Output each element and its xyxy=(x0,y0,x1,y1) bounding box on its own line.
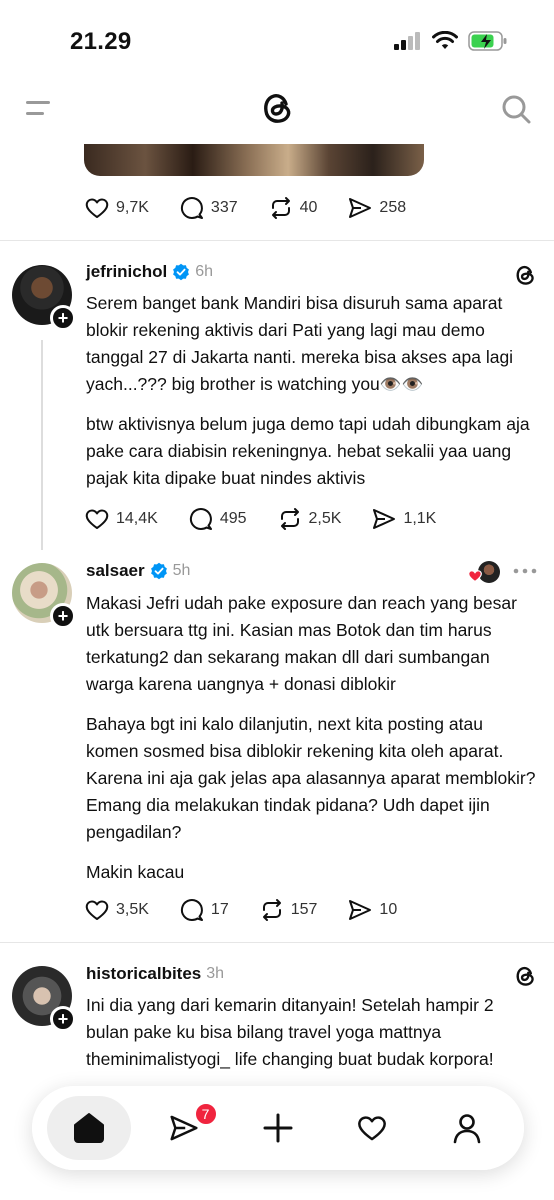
follow-plus-button[interactable]: + xyxy=(50,305,76,331)
heart-icon xyxy=(85,509,109,529)
post-paragraph: Makasi Jefri udah pake exposure dan reac… xyxy=(86,593,517,694)
share-icon xyxy=(349,198,372,218)
activity-icon xyxy=(358,1116,387,1141)
like-count: 3,5K xyxy=(116,901,149,918)
verified-icon xyxy=(150,562,167,580)
post-actions: 14,4K 495 2,5K 1,1K xyxy=(84,506,466,532)
post-text: Ini dia yang dari kemarin ditanyain! Set… xyxy=(86,992,536,1086)
share-icon xyxy=(373,509,396,529)
post-paragraph: btw aktivisnya belum juga demo tapi udah… xyxy=(86,414,530,488)
plus-icon: + xyxy=(57,308,69,328)
repost-button[interactable]: 40 xyxy=(268,195,318,221)
prev-post-actions: 9,7K 337 40 258 xyxy=(84,195,436,221)
reply-button[interactable]: 337 xyxy=(179,195,238,221)
post-time: 6h xyxy=(195,263,214,280)
like-button[interactable]: 14,4K xyxy=(84,506,158,532)
share-count: 10 xyxy=(379,901,398,918)
like-count: 9,7K xyxy=(116,199,149,216)
home-icon xyxy=(74,1113,105,1143)
messages-badge: 7 xyxy=(193,1102,218,1126)
post-paragraph: Makin kacau xyxy=(86,862,185,882)
nav-messages[interactable]: 7 xyxy=(142,1096,226,1160)
reply-icon xyxy=(180,197,203,220)
divider xyxy=(0,240,554,241)
post-paragraph: Serem banget bank Mandiri bisa disuruh s… xyxy=(86,293,514,394)
like-button[interactable]: 9,7K xyxy=(84,195,149,221)
post-time: 3h xyxy=(206,965,225,982)
post-paragraph: Ini dia yang dari kemarin ditanyain! Set… xyxy=(86,995,494,1069)
nav-profile[interactable] xyxy=(425,1096,509,1160)
heart-icon xyxy=(468,570,482,583)
post-header: salsaer 5h xyxy=(86,561,190,581)
plus-icon: + xyxy=(57,606,69,626)
bottom-nav: 7 xyxy=(32,1086,524,1170)
nav-activity[interactable] xyxy=(330,1096,414,1160)
nav-create[interactable] xyxy=(236,1096,320,1160)
divider xyxy=(0,942,554,943)
thread-line xyxy=(41,340,43,550)
wifi-icon xyxy=(432,31,458,49)
repost-button[interactable]: 157 xyxy=(259,897,318,923)
share-count: 258 xyxy=(379,199,407,216)
reply-count: 17 xyxy=(210,901,229,918)
verified-icon xyxy=(173,263,190,281)
search-icon[interactable] xyxy=(500,93,532,125)
share-icon xyxy=(349,900,372,920)
heart-icon xyxy=(85,198,109,218)
reply-icon xyxy=(189,508,212,531)
post-media-image[interactable] xyxy=(84,144,424,176)
threads-logo-icon[interactable] xyxy=(512,262,538,288)
post-text: Makasi Jefri udah pake exposure dan reac… xyxy=(86,590,536,899)
heart-icon xyxy=(85,900,109,920)
repost-count: 2,5K xyxy=(308,510,342,527)
follow-plus-button[interactable]: + xyxy=(50,603,76,629)
post-text: Serem banget bank Mandiri bisa disuruh s… xyxy=(86,290,536,505)
share-count: 1,1K xyxy=(403,510,437,527)
menu-icon[interactable] xyxy=(26,98,50,118)
reply-icon xyxy=(180,899,203,922)
share-button[interactable]: 10 xyxy=(347,897,397,923)
reply-count: 495 xyxy=(219,510,247,527)
post-time: 5h xyxy=(172,562,191,579)
repost-icon xyxy=(271,197,290,219)
post-header: historicalbites 3h xyxy=(86,964,224,984)
profile-icon xyxy=(453,1114,481,1144)
repost-count: 157 xyxy=(290,901,318,918)
repost-count: 40 xyxy=(299,199,318,216)
reply-button[interactable]: 17 xyxy=(179,897,229,923)
follow-plus-button[interactable]: + xyxy=(50,1006,76,1032)
more-icon[interactable] xyxy=(512,566,538,576)
plus-icon: + xyxy=(57,1009,69,1029)
threads-logo-icon[interactable] xyxy=(512,963,538,989)
repost-button[interactable]: 2,5K xyxy=(277,506,342,532)
reply-button[interactable]: 495 xyxy=(188,506,247,532)
like-button[interactable]: 3,5K xyxy=(84,897,149,923)
repost-icon xyxy=(262,899,281,921)
signal-icon xyxy=(394,32,420,50)
nav-home[interactable] xyxy=(47,1096,132,1160)
repost-icon xyxy=(280,508,299,530)
create-icon xyxy=(263,1113,293,1143)
status-icons xyxy=(394,30,508,52)
threads-logo-icon[interactable] xyxy=(257,88,297,128)
post-actions: 3,5K 17 157 10 xyxy=(84,897,427,923)
share-button[interactable]: 1,1K xyxy=(371,506,436,532)
status-time: 21.29 xyxy=(70,28,132,55)
battery-icon xyxy=(468,31,507,51)
username[interactable]: salsaer xyxy=(86,561,145,581)
username[interactable]: jefrinichol xyxy=(86,262,167,282)
like-count: 14,4K xyxy=(116,510,158,527)
share-button[interactable]: 258 xyxy=(347,195,406,221)
post-paragraph: Bahaya bgt ini kalo dilanjutin, next kit… xyxy=(86,714,536,842)
reply-count: 337 xyxy=(210,199,238,216)
username[interactable]: historicalbites xyxy=(86,964,201,984)
post-header: jefrinichol 6h xyxy=(86,262,213,282)
